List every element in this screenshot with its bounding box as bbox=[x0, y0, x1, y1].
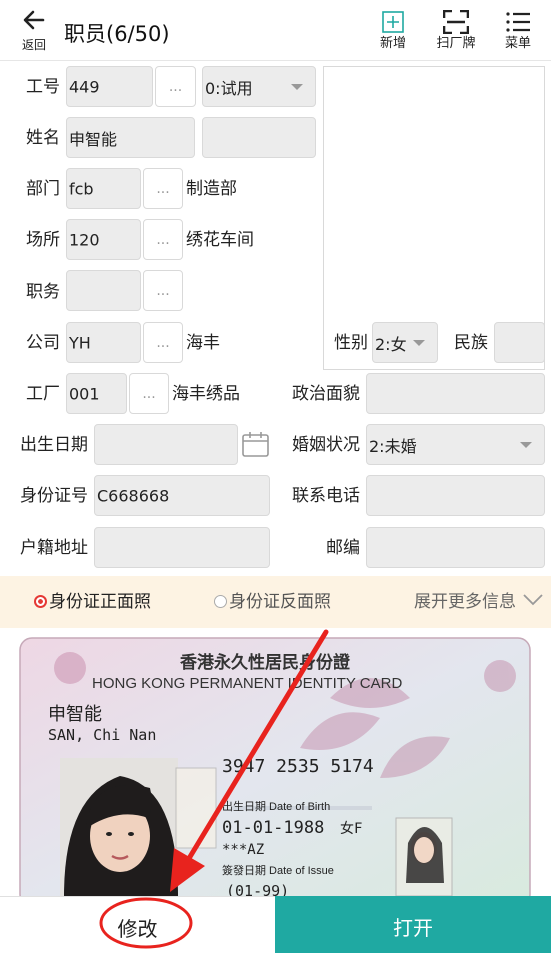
annotation-circle-icon bbox=[99, 897, 193, 949]
bottom-actions: 修改 打开 bbox=[0, 896, 551, 953]
open-button[interactable]: 打开 bbox=[275, 896, 551, 953]
annotation-arrow-icon bbox=[170, 629, 329, 892]
